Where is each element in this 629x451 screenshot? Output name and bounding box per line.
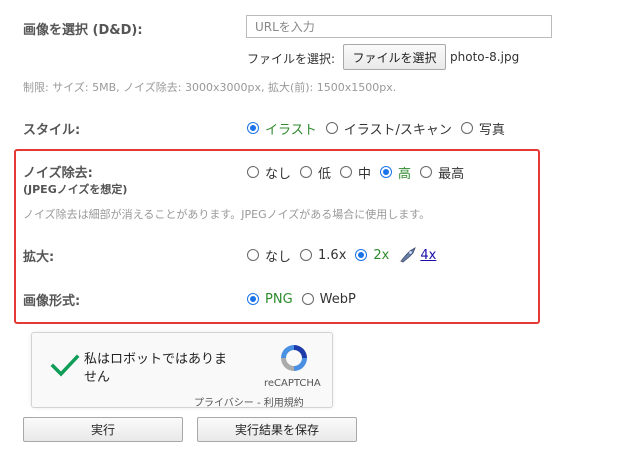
format-options: PNG WebP xyxy=(247,290,365,308)
scale-option-2x[interactable]: 2x xyxy=(355,248,389,263)
style-option-photo[interactable]: 写真 xyxy=(460,119,505,138)
rocket-icon xyxy=(398,247,418,263)
radio-button[interactable] xyxy=(420,166,433,178)
scale-label: 拡大: xyxy=(23,250,55,265)
radio-button[interactable] xyxy=(247,122,259,134)
noise-option-highest[interactable]: 最高 xyxy=(420,163,464,182)
noise-label: ノイズ除去: xyxy=(23,166,93,181)
recaptcha-links: プライバシー - 利用規約 xyxy=(194,394,304,409)
radio-button[interactable] xyxy=(247,293,259,305)
checkmark-icon[interactable] xyxy=(50,353,80,383)
style-label: スタイル: xyxy=(23,123,81,138)
recaptcha-text: 私はロボットではありません xyxy=(84,352,228,385)
privacy-link[interactable]: プライバシー xyxy=(194,398,254,409)
scale-4x-link-group[interactable]: 4x xyxy=(398,247,436,263)
noise-sublabel: (JPEGノイズを想定) xyxy=(23,183,128,196)
scale-option-1-6x[interactable]: 1.6x xyxy=(300,248,346,263)
noise-option-low[interactable]: 低 xyxy=(300,163,331,182)
recaptcha-widget: 私はロボットではありません reCAPTCHA プライバシー - 利用規約 xyxy=(31,332,333,409)
radio-button[interactable] xyxy=(247,166,259,178)
format-label: 画像形式: xyxy=(23,294,81,309)
radio-button[interactable] xyxy=(460,122,473,134)
save-result-button[interactable]: 実行結果を保存 xyxy=(197,417,357,442)
file-name: photo-8.jpg xyxy=(450,50,520,64)
scale-options: なし 1.6x 2x 4x xyxy=(247,246,445,265)
radio-button[interactable] xyxy=(355,249,368,261)
radio-button[interactable] xyxy=(340,166,353,178)
radio-button[interactable] xyxy=(325,122,338,134)
noise-options: なし 低 中 高 最高 xyxy=(247,163,473,182)
limits-note: 制限: サイズ: 5MB, ノイズ除去: 3000x3000px, 拡大(前):… xyxy=(23,81,397,94)
format-option-png[interactable]: PNG xyxy=(247,292,293,307)
terms-link[interactable]: 利用規約 xyxy=(264,398,304,409)
radio-button[interactable] xyxy=(380,166,393,178)
run-button[interactable]: 実行 xyxy=(23,417,183,442)
style-option-illust-scan[interactable]: イラスト/スキャン xyxy=(325,119,452,138)
radio-button[interactable] xyxy=(301,293,314,305)
radio-button[interactable] xyxy=(300,249,313,261)
file-select-button[interactable]: ファイルを選択 xyxy=(343,44,446,70)
format-option-webp[interactable]: WebP xyxy=(301,292,356,307)
noise-option-high[interactable]: 高 xyxy=(380,163,411,182)
style-options: イラスト イラスト/スキャン 写真 xyxy=(247,119,514,138)
file-select-label: ファイルを選択: xyxy=(247,52,336,66)
radio-button[interactable] xyxy=(247,249,259,261)
noise-note: ノイズ除去は細部が消えることがあります。JPEGノイズがある場合に使用します。 xyxy=(23,208,431,221)
link-separator: - xyxy=(253,398,264,409)
radio-button[interactable] xyxy=(300,166,313,178)
scale-option-none[interactable]: なし xyxy=(247,246,291,265)
recaptcha-logo-icon xyxy=(277,342,311,378)
noise-option-medium[interactable]: 中 xyxy=(340,163,371,182)
image-select-label: 画像を選択 (D&D): xyxy=(23,23,143,38)
style-option-illust[interactable]: イラスト xyxy=(247,119,317,138)
recaptcha-brand: reCAPTCHA xyxy=(264,378,321,389)
noise-option-none[interactable]: なし xyxy=(247,163,291,182)
scale-4x-link[interactable]: 4x xyxy=(420,248,436,263)
url-input[interactable] xyxy=(246,15,552,38)
